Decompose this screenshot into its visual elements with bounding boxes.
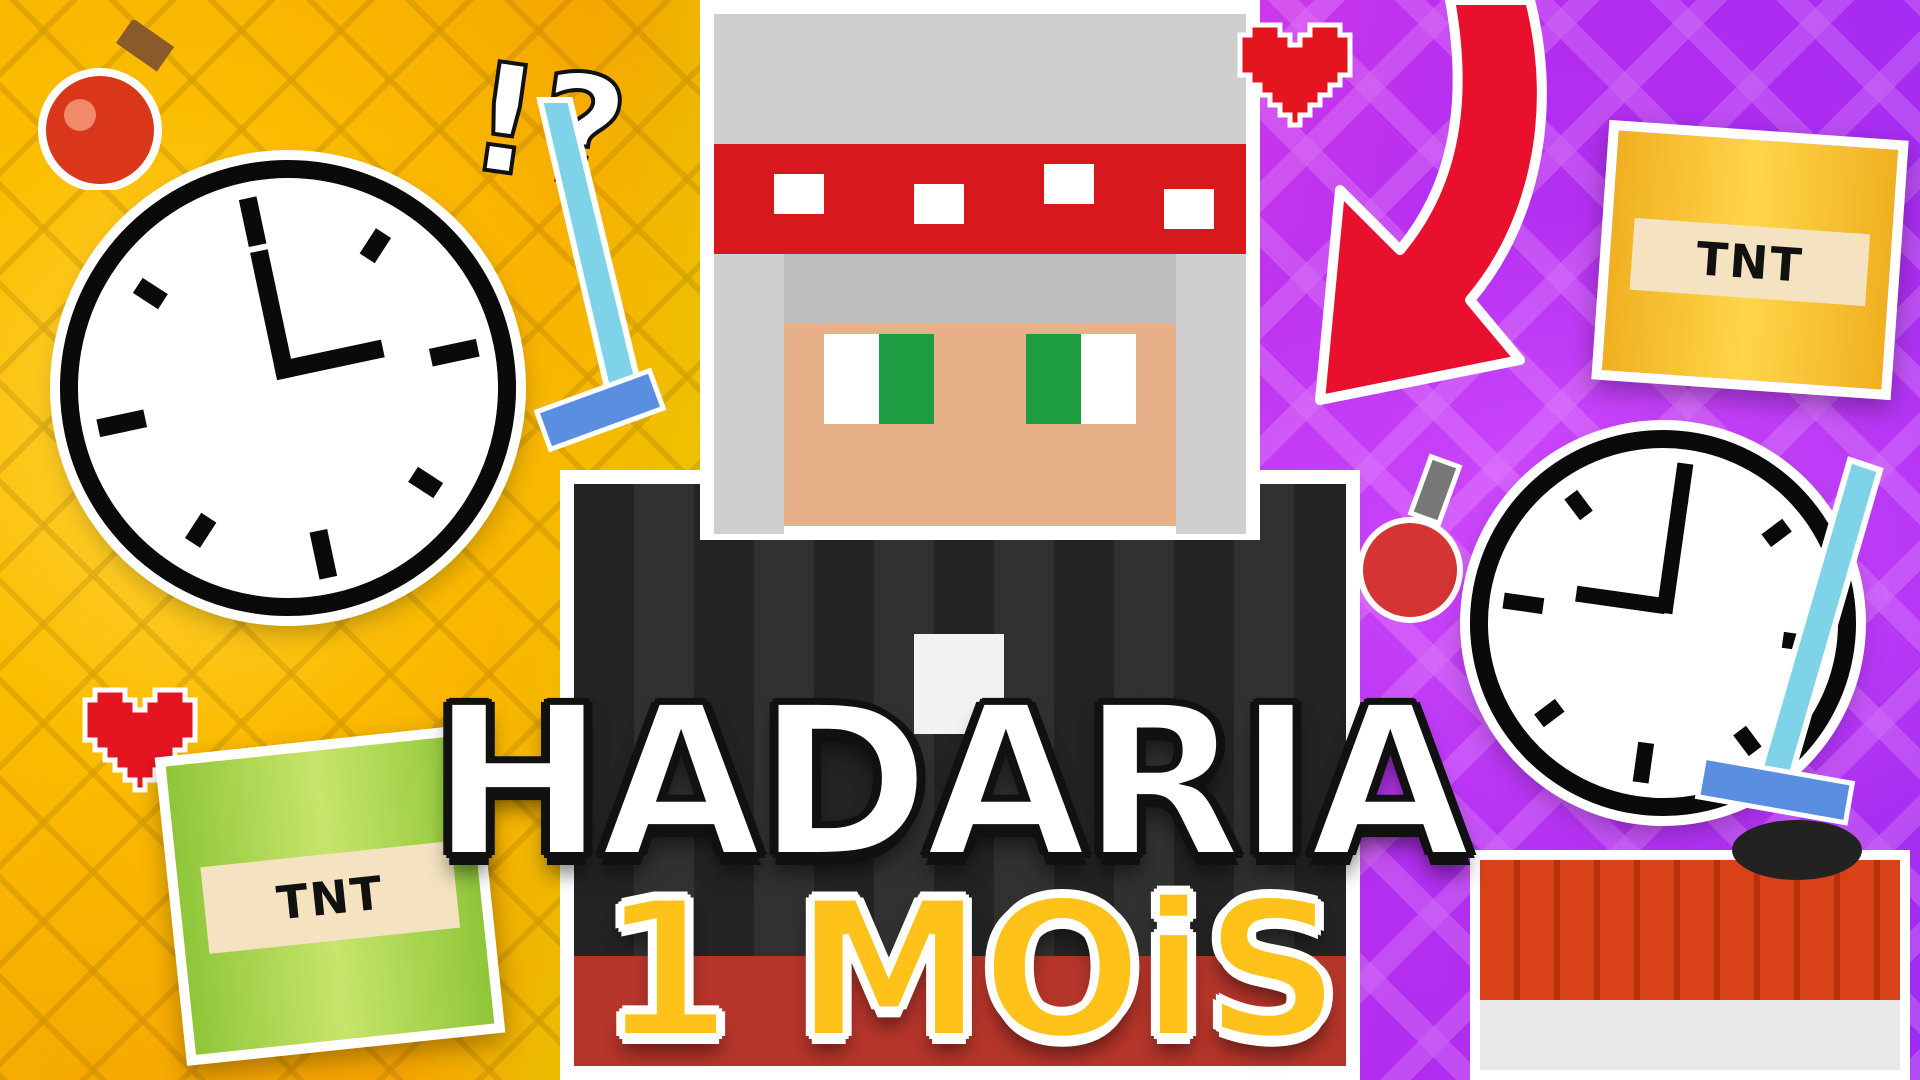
- character-head: [700, 0, 1260, 540]
- tnt-block-icon-red: [1470, 820, 1910, 1080]
- thumbnail-canvas: !? TNT: [0, 0, 1920, 1080]
- potion-icon-right: [1357, 453, 1463, 623]
- diamond-sword-icon-right: [1694, 456, 1884, 826]
- eye-right: [1026, 334, 1136, 424]
- potion-icon: [38, 20, 175, 190]
- subtitle-text: 1 MOiS: [597, 857, 1344, 1080]
- tnt-block-icon-yellow: TNT: [1591, 119, 1909, 401]
- arrow-icon: [1315, 0, 1547, 405]
- eye-left: [824, 334, 934, 424]
- headband: [714, 144, 1246, 254]
